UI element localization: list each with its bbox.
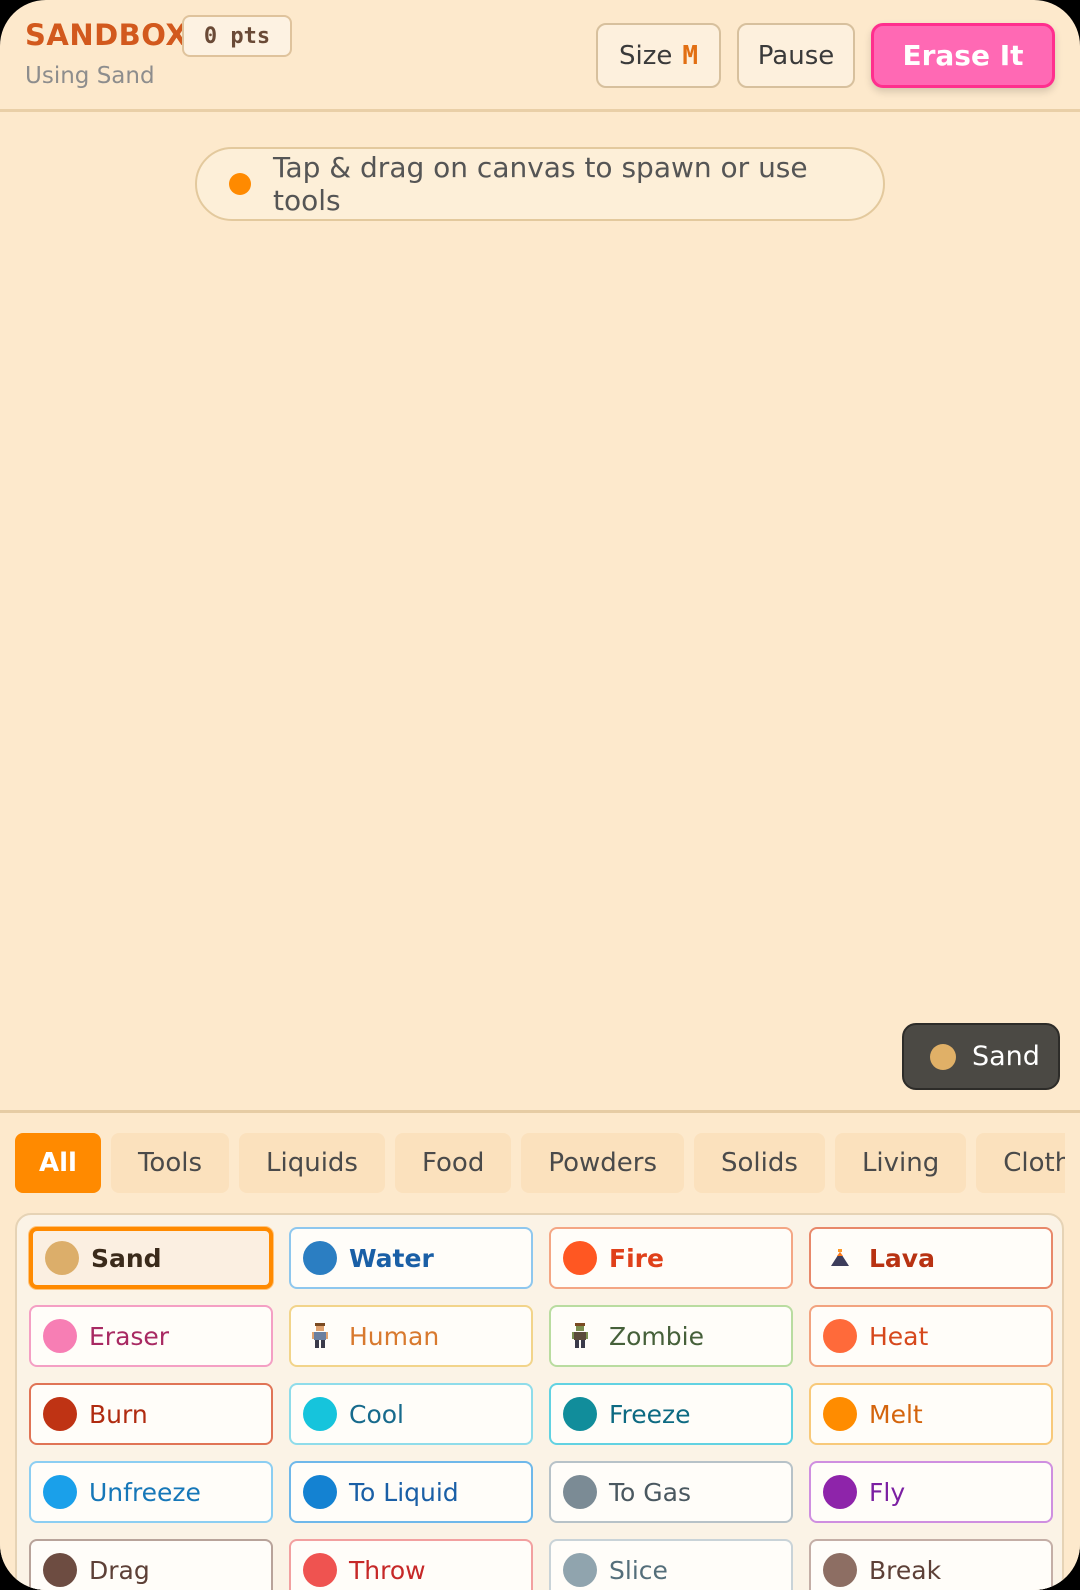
element-panel: All Tools Liquids Food Powders Solids Living Cl… bbox=[0, 1110, 1080, 1590]
element-label: Sand bbox=[91, 1243, 162, 1273]
heat-dot-icon bbox=[823, 1319, 857, 1353]
points-counter: 0 pts bbox=[182, 15, 292, 57]
volcano-icon bbox=[823, 1241, 857, 1275]
category-tabs[interactable]: All Tools Liquids Food Powders Solids Living Cl… bbox=[15, 1133, 1065, 1197]
element-label: Throw bbox=[349, 1555, 426, 1585]
app-title: SANDBOX bbox=[25, 18, 189, 52]
element-label: Melt bbox=[869, 1399, 923, 1429]
freeze-dot-icon bbox=[563, 1397, 597, 1431]
element-human-button[interactable]: Human bbox=[289, 1305, 533, 1367]
element-grid: Sand Water Fire Lava Eraser Human Zombie Heat Bu… bbox=[29, 1227, 1053, 1590]
app-screen: SANDBOX 0 pts Using Sand Size M Pause Er… bbox=[0, 0, 1080, 1590]
element-label: Cool bbox=[349, 1399, 404, 1429]
to-liquid-dot-icon bbox=[303, 1475, 337, 1509]
current-element-badge[interactable]: Sand bbox=[902, 1023, 1060, 1090]
tab-living[interactable]: Living bbox=[834, 1133, 967, 1193]
element-label: Zombie bbox=[609, 1321, 704, 1351]
current-element-subtitle: Using Sand bbox=[25, 63, 155, 89]
tab-tools[interactable]: Tools bbox=[110, 1133, 230, 1193]
erase-all-button[interactable]: Erase It bbox=[871, 23, 1055, 88]
zombie-icon bbox=[563, 1319, 597, 1353]
pause-button[interactable]: Pause bbox=[737, 23, 855, 88]
water-dot-icon bbox=[303, 1241, 337, 1275]
fly-dot-icon bbox=[823, 1475, 857, 1509]
element-burn-button[interactable]: Burn bbox=[29, 1383, 273, 1445]
element-water-button[interactable]: Water bbox=[289, 1227, 533, 1289]
element-label: Heat bbox=[869, 1321, 929, 1351]
element-zombie-button[interactable]: Zombie bbox=[549, 1305, 793, 1367]
element-label: Water bbox=[349, 1243, 434, 1273]
eraser-dot-icon bbox=[43, 1319, 77, 1353]
drag-dot-icon bbox=[43, 1553, 77, 1587]
element-slice-button[interactable]: Slice bbox=[549, 1539, 793, 1590]
size-value: M bbox=[682, 40, 699, 71]
burn-dot-icon bbox=[43, 1397, 77, 1431]
tab-powders[interactable]: Powders bbox=[521, 1133, 685, 1193]
element-label: To Gas bbox=[609, 1477, 691, 1507]
element-heat-button[interactable]: Heat bbox=[809, 1305, 1053, 1367]
element-lava-button[interactable]: Lava bbox=[809, 1227, 1053, 1289]
instruction-hint: Tap & drag on canvas to spawn or use too… bbox=[195, 147, 885, 221]
element-label: Human bbox=[349, 1321, 440, 1351]
tab-clothes[interactable]: Clothes bbox=[976, 1133, 1065, 1193]
element-fire-button[interactable]: Fire bbox=[549, 1227, 793, 1289]
element-label: Fire bbox=[609, 1243, 664, 1273]
element-grid-container[interactable]: Sand Water Fire Lava Eraser Human Zombie Heat Bu… bbox=[15, 1213, 1064, 1590]
current-element-label: Sand bbox=[972, 1041, 1040, 1072]
element-label: Burn bbox=[89, 1399, 148, 1429]
element-cool-button[interactable]: Cool bbox=[289, 1383, 533, 1445]
tab-food[interactable]: Food bbox=[394, 1133, 512, 1193]
size-label: Size bbox=[618, 40, 673, 71]
hint-dot-icon bbox=[229, 173, 251, 195]
element-label: Drag bbox=[89, 1555, 150, 1585]
element-label: Break bbox=[869, 1555, 942, 1585]
top-bar: SANDBOX 0 pts Using Sand Size M Pause Er… bbox=[0, 0, 1080, 112]
sandbox-canvas[interactable] bbox=[0, 240, 1080, 1005]
element-label: To Liquid bbox=[349, 1477, 459, 1507]
element-label: Freeze bbox=[609, 1399, 691, 1429]
slice-dot-icon bbox=[563, 1553, 597, 1587]
sand-dot-icon bbox=[930, 1043, 956, 1070]
element-to-liquid-button[interactable]: To Liquid bbox=[289, 1461, 533, 1523]
hint-text: Tap & drag on canvas to spawn or use too… bbox=[273, 151, 808, 217]
element-fly-button[interactable]: Fly bbox=[809, 1461, 1053, 1523]
brush-size-button[interactable]: Size M bbox=[596, 23, 721, 88]
element-drag-button[interactable]: Drag bbox=[29, 1539, 273, 1590]
element-label: Unfreeze bbox=[89, 1477, 201, 1507]
element-label: Fly bbox=[869, 1477, 906, 1507]
tab-liquids[interactable]: Liquids bbox=[239, 1133, 385, 1193]
element-sand-button[interactable]: Sand bbox=[29, 1227, 273, 1289]
cool-dot-icon bbox=[303, 1397, 337, 1431]
element-label: Slice bbox=[609, 1555, 668, 1585]
tab-solids[interactable]: Solids bbox=[694, 1133, 825, 1193]
sand-dot-icon bbox=[45, 1241, 79, 1275]
element-unfreeze-button[interactable]: Unfreeze bbox=[29, 1461, 273, 1523]
tab-all[interactable]: All bbox=[15, 1133, 101, 1193]
unfreeze-dot-icon bbox=[43, 1475, 77, 1509]
melt-dot-icon bbox=[823, 1397, 857, 1431]
human-icon bbox=[303, 1319, 337, 1353]
throw-dot-icon bbox=[303, 1553, 337, 1587]
element-eraser-button[interactable]: Eraser bbox=[29, 1305, 273, 1367]
fire-dot-icon bbox=[563, 1241, 597, 1275]
element-break-button[interactable]: Break bbox=[809, 1539, 1053, 1590]
element-to-gas-button[interactable]: To Gas bbox=[549, 1461, 793, 1523]
element-melt-button[interactable]: Melt bbox=[809, 1383, 1053, 1445]
element-label: Lava bbox=[869, 1243, 935, 1273]
element-throw-button[interactable]: Throw bbox=[289, 1539, 533, 1590]
break-dot-icon bbox=[823, 1553, 857, 1587]
to-gas-dot-icon bbox=[563, 1475, 597, 1509]
element-freeze-button[interactable]: Freeze bbox=[549, 1383, 793, 1445]
element-label: Eraser bbox=[89, 1321, 170, 1351]
